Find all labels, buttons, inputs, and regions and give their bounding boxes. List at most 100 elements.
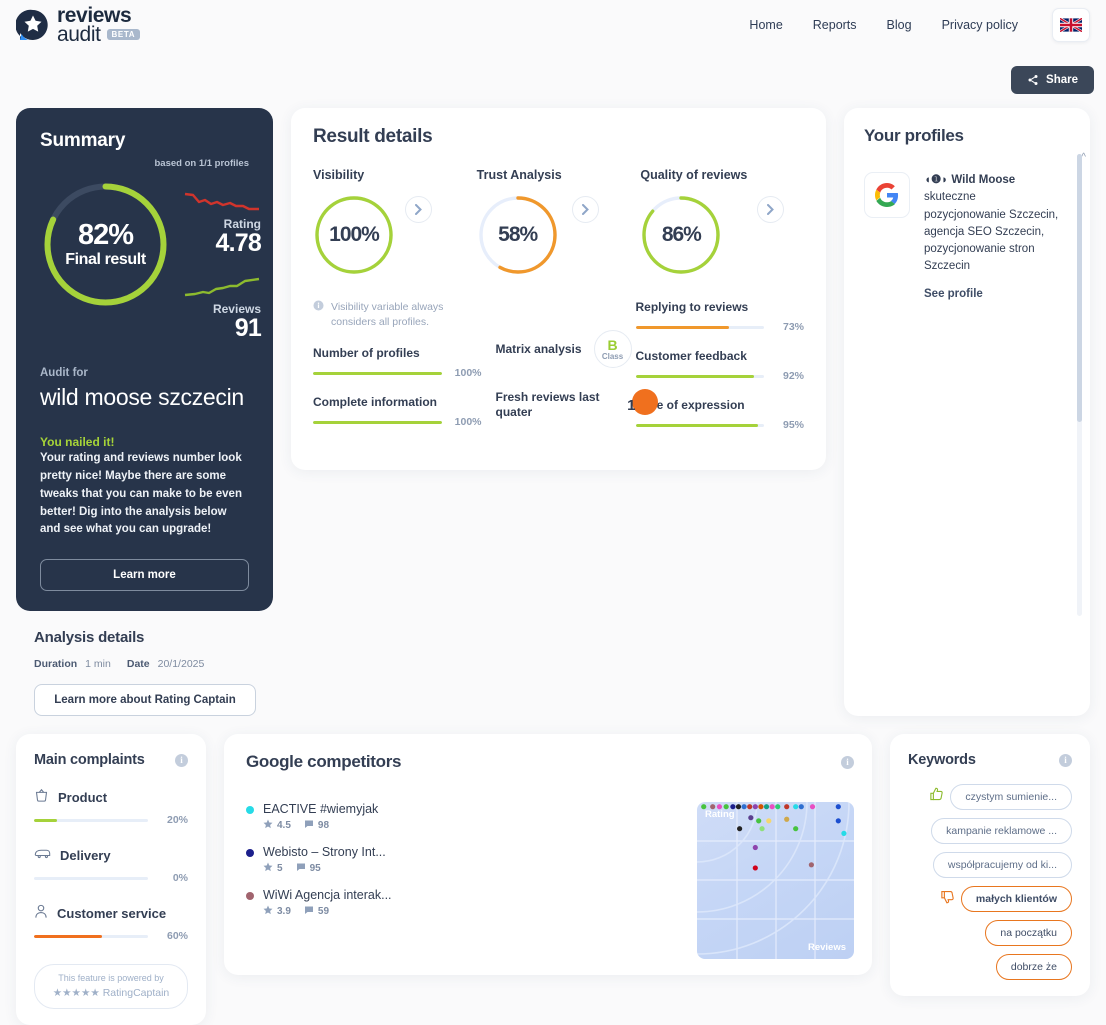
competitor-name: EACTIVE #wiemyjak bbox=[263, 802, 379, 817]
nav-item-reports[interactable]: Reports bbox=[813, 18, 857, 32]
bar-number-of-profiles: Number of profiles 100% bbox=[313, 346, 482, 379]
app-logo[interactable]: reviews audit BETA bbox=[15, 5, 141, 46]
star-icon bbox=[263, 819, 273, 832]
date-label: Date bbox=[126, 658, 150, 671]
complaint-delivery: Delivery 0% bbox=[34, 846, 188, 884]
profiles-scrollbar[interactable] bbox=[1077, 154, 1082, 617]
competitor-reviews: 59 bbox=[317, 906, 330, 918]
bar-replying-to-reviews-percent: 73% bbox=[782, 321, 804, 333]
powered-by-brand: RatingCaptain bbox=[102, 986, 170, 999]
metric-trust-analysis-expand-button[interactable] bbox=[571, 196, 599, 223]
top-row: Summary based on 1/1 profiles 82% Final … bbox=[16, 108, 1090, 717]
bar-number-of-profiles-percent: 100% bbox=[454, 367, 482, 380]
summary-column: Summary based on 1/1 profiles 82% Final … bbox=[16, 108, 273, 717]
matrix-class-letter: B bbox=[607, 336, 618, 353]
metric-visibility-percent: 100% bbox=[329, 223, 380, 246]
keyword-chip[interactable]: kampanie reklamowe ... bbox=[931, 818, 1072, 845]
comment-icon bbox=[296, 862, 306, 875]
rating-block: Rating 4.78 bbox=[183, 189, 262, 256]
metric-trust-analysis-title: Trust Analysis bbox=[476, 168, 562, 182]
keywords-info-icon[interactable]: i bbox=[1059, 753, 1072, 767]
keyword-row: czystym sumienie... bbox=[929, 784, 1072, 811]
summary-title: Summary bbox=[40, 130, 126, 151]
logo-mark-icon bbox=[15, 8, 50, 42]
fresh-reviews-pie-icon bbox=[632, 388, 659, 415]
uk-flag-icon bbox=[1060, 18, 1082, 32]
profile-name-prefix: ◖❶◗ bbox=[924, 174, 949, 186]
your-profiles-card: Your profiles ◖❶◗ Wild Moose skuteczne p… bbox=[844, 108, 1090, 717]
scroll-up-icon[interactable]: ^ bbox=[1081, 152, 1086, 163]
chevron-right-icon bbox=[581, 204, 589, 215]
nav-item-blog[interactable]: Blog bbox=[887, 18, 912, 32]
google-competitors-title: Google competitors bbox=[246, 752, 402, 772]
keyword-row: dobrze że bbox=[995, 954, 1072, 981]
metric-trust-analysis-ring: 58% bbox=[477, 194, 559, 276]
competitor-list: EACTIVE #wiemyjak 4.5 98 Webisto – Stron… bbox=[246, 802, 687, 959]
learn-more-button[interactable]: Learn more bbox=[40, 559, 249, 592]
reviews-value: 91 bbox=[234, 314, 262, 342]
powered-by-badge[interactable]: This feature is powered by ★★★★★ RatingC… bbox=[34, 964, 188, 1010]
see-profile-link[interactable]: See profile bbox=[924, 288, 1060, 300]
profiles-scrollbar-thumb[interactable] bbox=[1077, 154, 1082, 423]
metric-rings-row: Visibility 100% Trust Analysis 58% Quali… bbox=[313, 168, 804, 276]
keyword-chip[interactable]: czystym sumienie... bbox=[950, 784, 1072, 811]
competitor-name: Webisto – Strony Int... bbox=[263, 845, 386, 860]
nav-item-home[interactable]: Home bbox=[749, 18, 782, 32]
bar-customer-feedback-percent: 92% bbox=[782, 370, 804, 382]
competitor-rating: 3.9 bbox=[277, 906, 291, 918]
competitor-row[interactable]: EACTIVE #wiemyjak 4.5 98 bbox=[246, 802, 681, 832]
competitor-color-dot bbox=[246, 806, 254, 815]
visibility-bars-column: Visibility variable always considers all… bbox=[313, 300, 496, 444]
metric-quality-of-reviews-expand-button[interactable] bbox=[757, 196, 785, 223]
truck-icon bbox=[34, 846, 51, 864]
thumbs-down-icon bbox=[940, 889, 955, 909]
fresh-reviews-label: Fresh reviews last quater bbox=[495, 390, 600, 419]
language-switcher-button[interactable] bbox=[1052, 8, 1090, 42]
your-profiles-title: Your profiles bbox=[864, 126, 964, 145]
main-complaints-title: Main complaints bbox=[34, 752, 145, 769]
bottom-row: Main complaints i Product 20% Delivery 0… bbox=[16, 734, 1090, 1025]
metric-visibility-expand-button[interactable] bbox=[405, 196, 432, 223]
comment-icon bbox=[304, 819, 314, 832]
keywords-title: Keywords bbox=[908, 752, 976, 769]
nav-item-privacy-policy[interactable]: Privacy policy bbox=[942, 18, 1018, 32]
logo-line2: audit bbox=[57, 23, 101, 46]
competitor-rating: 5 bbox=[277, 863, 283, 875]
bar-replying-to-reviews: Replying to reviews 73% bbox=[635, 300, 804, 333]
metric-visibility: Visibility 100% bbox=[313, 168, 477, 276]
competitor-row[interactable]: Webisto – Strony Int... 5 95 bbox=[246, 845, 681, 875]
competitor-row[interactable]: WiWi Agencja interak... 3.9 59 bbox=[246, 888, 681, 918]
learn-more-rating-captain-button[interactable]: Learn more about Rating Captain bbox=[34, 684, 256, 717]
basket-icon bbox=[34, 788, 49, 806]
beta-badge: BETA bbox=[106, 28, 141, 41]
audit-for-label: Audit for bbox=[40, 367, 88, 379]
main-complaints-card: Main complaints i Product 20% Delivery 0… bbox=[16, 734, 206, 1025]
profile-item: ◖❶◗ Wild Moose skuteczne pozycjonowanie … bbox=[864, 172, 1074, 300]
complaint-product-percent: 20% bbox=[166, 814, 188, 827]
main-complaints-info-icon[interactable]: i bbox=[175, 753, 188, 767]
powered-by-text: This feature is powered by bbox=[58, 973, 164, 984]
keyword-chip[interactable]: na początku bbox=[985, 920, 1072, 947]
summary-based-on: based on 1/1 profiles bbox=[154, 158, 250, 169]
callout-title: You nailed it! bbox=[40, 435, 115, 450]
final-result-label: Final result bbox=[65, 250, 146, 268]
bar-replying-to-reviews-label: Replying to reviews bbox=[635, 300, 749, 314]
bar-tone-of-expression-percent: 95% bbox=[782, 419, 804, 431]
competitor-reviews: 95 bbox=[309, 863, 321, 875]
duration-value: 1 min bbox=[85, 658, 111, 671]
keyword-chip[interactable]: dobrze że bbox=[995, 954, 1072, 981]
share-button[interactable]: Share bbox=[1011, 66, 1094, 94]
keywords-card: Keywords i czystym sumienie... kampanie r… bbox=[890, 734, 1090, 997]
keyword-chip[interactable]: małych klientów bbox=[960, 886, 1072, 913]
keyword-row: małych klientów bbox=[940, 886, 1072, 913]
keyword-chip[interactable]: współpracujemy od ki... bbox=[932, 852, 1072, 879]
google-competitors-info-icon[interactable]: i bbox=[841, 755, 854, 769]
profile-name: ◖❶◗ Wild Moose skuteczne pozycjonowanie … bbox=[924, 172, 1060, 276]
complaint-product-label: Product bbox=[58, 789, 108, 805]
competitor-matrix-chart: Rating Reviews bbox=[697, 802, 854, 960]
metric-visibility-title: Visibility bbox=[313, 168, 365, 182]
star-icon bbox=[263, 905, 273, 918]
final-result-percent: 82% bbox=[77, 218, 134, 251]
complaint-delivery-percent: 0% bbox=[172, 872, 188, 885]
page-header: reviews audit BETA Home Reports Blog Pri… bbox=[0, 0, 1106, 50]
